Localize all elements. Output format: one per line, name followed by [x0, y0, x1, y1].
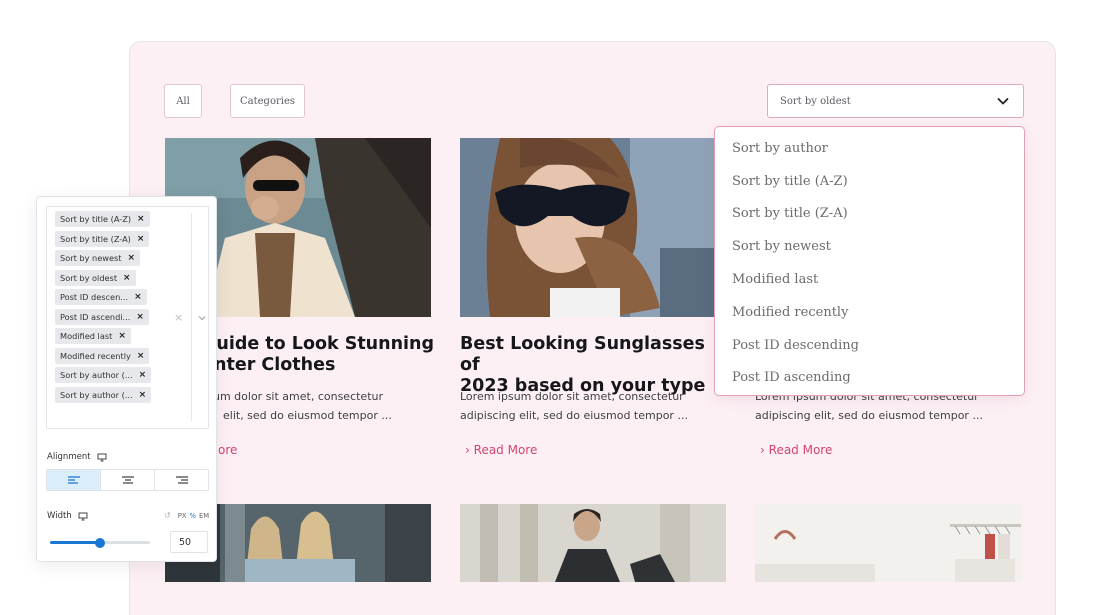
align-right-button[interactable] [155, 470, 208, 490]
excerpt-line: um dolor sit amet, consectetur [213, 390, 384, 403]
align-right-icon [175, 476, 188, 484]
tag-label: Sort by author (... [60, 389, 133, 400]
alignment-label-text: Alignment [47, 452, 91, 462]
tag-label: Sort by title (Z-A) [60, 233, 131, 244]
read-more-label: Read More [473, 443, 538, 457]
slider-handle[interactable] [95, 537, 105, 548]
tag-label: Post ID descen... [60, 292, 129, 302]
sort-option-post-id-desc[interactable]: Post ID descending [715, 329, 1024, 362]
selected-tag: Sort by author (... × [55, 367, 152, 383]
post-title-line: Guide to Look Stunning [202, 334, 435, 354]
remove-tag-icon[interactable]: × [137, 234, 145, 244]
sort-option-modified-last[interactable]: Modified last [715, 263, 1024, 296]
remove-tag-icon[interactable]: × [137, 214, 145, 224]
stage: All Categories Sort by oldest Guide to L… [0, 0, 1120, 615]
tag-label: Modified recently [60, 350, 131, 361]
tag-label: Sort by oldest [60, 272, 118, 283]
sort-select-value: Sort by oldest [780, 95, 851, 107]
selected-tag: Modified last × [55, 328, 131, 344]
chevron-right-icon: › [760, 443, 765, 457]
post-image-blazer[interactable] [460, 504, 726, 582]
width-label: Width [47, 511, 88, 521]
alignment-label: Alignment [47, 452, 107, 462]
selected-tag: Modified recently × [55, 347, 150, 364]
selected-tag: Sort by oldest × [55, 269, 136, 286]
post-title-line: Best Looking Sunglasses of [460, 334, 705, 375]
post-title[interactable]: Guide to Look Stunning nter Clothes [202, 334, 442, 376]
excerpt-line: adipiscing elit, sed do eiusmod tempor .… [755, 409, 983, 422]
slider-fill [50, 541, 100, 544]
sort-multiselect[interactable]: Sort by title (A-Z) × Sort by title (Z-A)… [46, 206, 209, 429]
post-excerpt: um dolor sit amet, consectetur elit, sed… [213, 387, 433, 425]
remove-tag-icon[interactable]: × [127, 253, 135, 263]
tag-label: Post ID ascendi... [60, 311, 131, 322]
desktop-icon[interactable] [97, 453, 107, 462]
sort-option-title-az[interactable]: Sort by title (A-Z) [715, 165, 1024, 198]
remove-tag-icon[interactable]: × [118, 331, 126, 341]
width-label-text: Width [47, 511, 72, 521]
chevron-right-icon: › [465, 443, 470, 457]
selected-tag: Sort by author (... × [55, 386, 152, 403]
tag-label: Sort by author (... [60, 370, 133, 380]
settings-panel: Sort by title (A-Z) × Sort by title (Z-A)… [36, 196, 217, 562]
desktop-icon[interactable] [78, 512, 88, 521]
align-center-icon [121, 476, 134, 484]
selected-tag: Sort by title (A-Z) × [55, 211, 150, 227]
remove-tag-icon[interactable]: × [139, 370, 147, 380]
read-more-link[interactable]: › Read More [760, 443, 832, 457]
selected-tag: Sort by newest × [55, 250, 141, 266]
filter-all-button[interactable]: All [164, 84, 202, 118]
excerpt-line: adipiscing elit, sed do eiusmod tempor .… [460, 409, 688, 422]
unit-switcher: ↺ PX % EM [164, 511, 209, 520]
chevron-down-icon[interactable] [197, 313, 207, 323]
sort-dropdown-menu: Sort by author Sort by title (A-Z) Sort … [714, 126, 1025, 396]
align-center-button[interactable] [101, 470, 155, 490]
chevron-down-icon [997, 98, 1009, 105]
remove-tag-icon[interactable]: × [137, 351, 145, 361]
clear-all-icon[interactable]: × [174, 311, 183, 324]
align-left-button[interactable] [47, 470, 101, 490]
selected-tag: Sort by title (Z-A) × [55, 230, 150, 247]
filter-categories-button[interactable]: Categories [230, 84, 305, 118]
remove-tag-icon[interactable]: × [134, 292, 142, 302]
remove-tag-icon[interactable]: × [136, 312, 144, 322]
selected-tag: Post ID descen... × [55, 289, 147, 305]
sort-option-newest[interactable]: Sort by newest [715, 230, 1024, 263]
width-number-input[interactable]: 50 [170, 531, 208, 553]
remove-tag-icon[interactable]: × [123, 273, 131, 283]
sort-option-title-za[interactable]: Sort by title (Z-A) [715, 198, 1024, 231]
selected-tag: Post ID ascendi... × [55, 308, 149, 325]
post-title-line: nter Clothes [214, 355, 336, 375]
post-image-sunglasses[interactable] [460, 138, 726, 317]
reset-icon[interactable]: ↺ [164, 511, 171, 520]
tag-label: Modified last [60, 331, 113, 341]
read-more-label: Read More [768, 443, 833, 457]
unit-em[interactable]: EM [199, 512, 209, 520]
excerpt-line: Lorem ipsum dolor sit amet, consectetur [460, 390, 684, 403]
remove-tag-icon[interactable]: × [139, 390, 147, 400]
sort-option-modified-recently[interactable]: Modified recently [715, 296, 1024, 329]
tag-label: Sort by newest [60, 253, 122, 263]
unit-px[interactable]: PX [178, 512, 187, 520]
read-more-link[interactable]: ore [218, 443, 237, 457]
align-left-icon [67, 476, 80, 484]
post-image-clothes-rack[interactable] [755, 504, 1021, 582]
width-slider[interactable] [50, 537, 150, 548]
sort-select[interactable]: Sort by oldest [767, 84, 1024, 118]
divider [191, 213, 192, 421]
post-excerpt: Lorem ipsum dolor sit amet, consectetur … [460, 387, 710, 425]
sort-option-post-id-asc[interactable]: Post ID ascending [715, 362, 1024, 395]
sort-option-author[interactable]: Sort by author [715, 132, 1024, 165]
tag-label: Sort by title (A-Z) [60, 214, 132, 224]
read-more-link[interactable]: › Read More [465, 443, 537, 457]
excerpt-line: elit, sed do eiusmod tempor ... [223, 409, 392, 422]
unit-percent[interactable]: % [189, 512, 195, 520]
alignment-control [46, 469, 209, 491]
